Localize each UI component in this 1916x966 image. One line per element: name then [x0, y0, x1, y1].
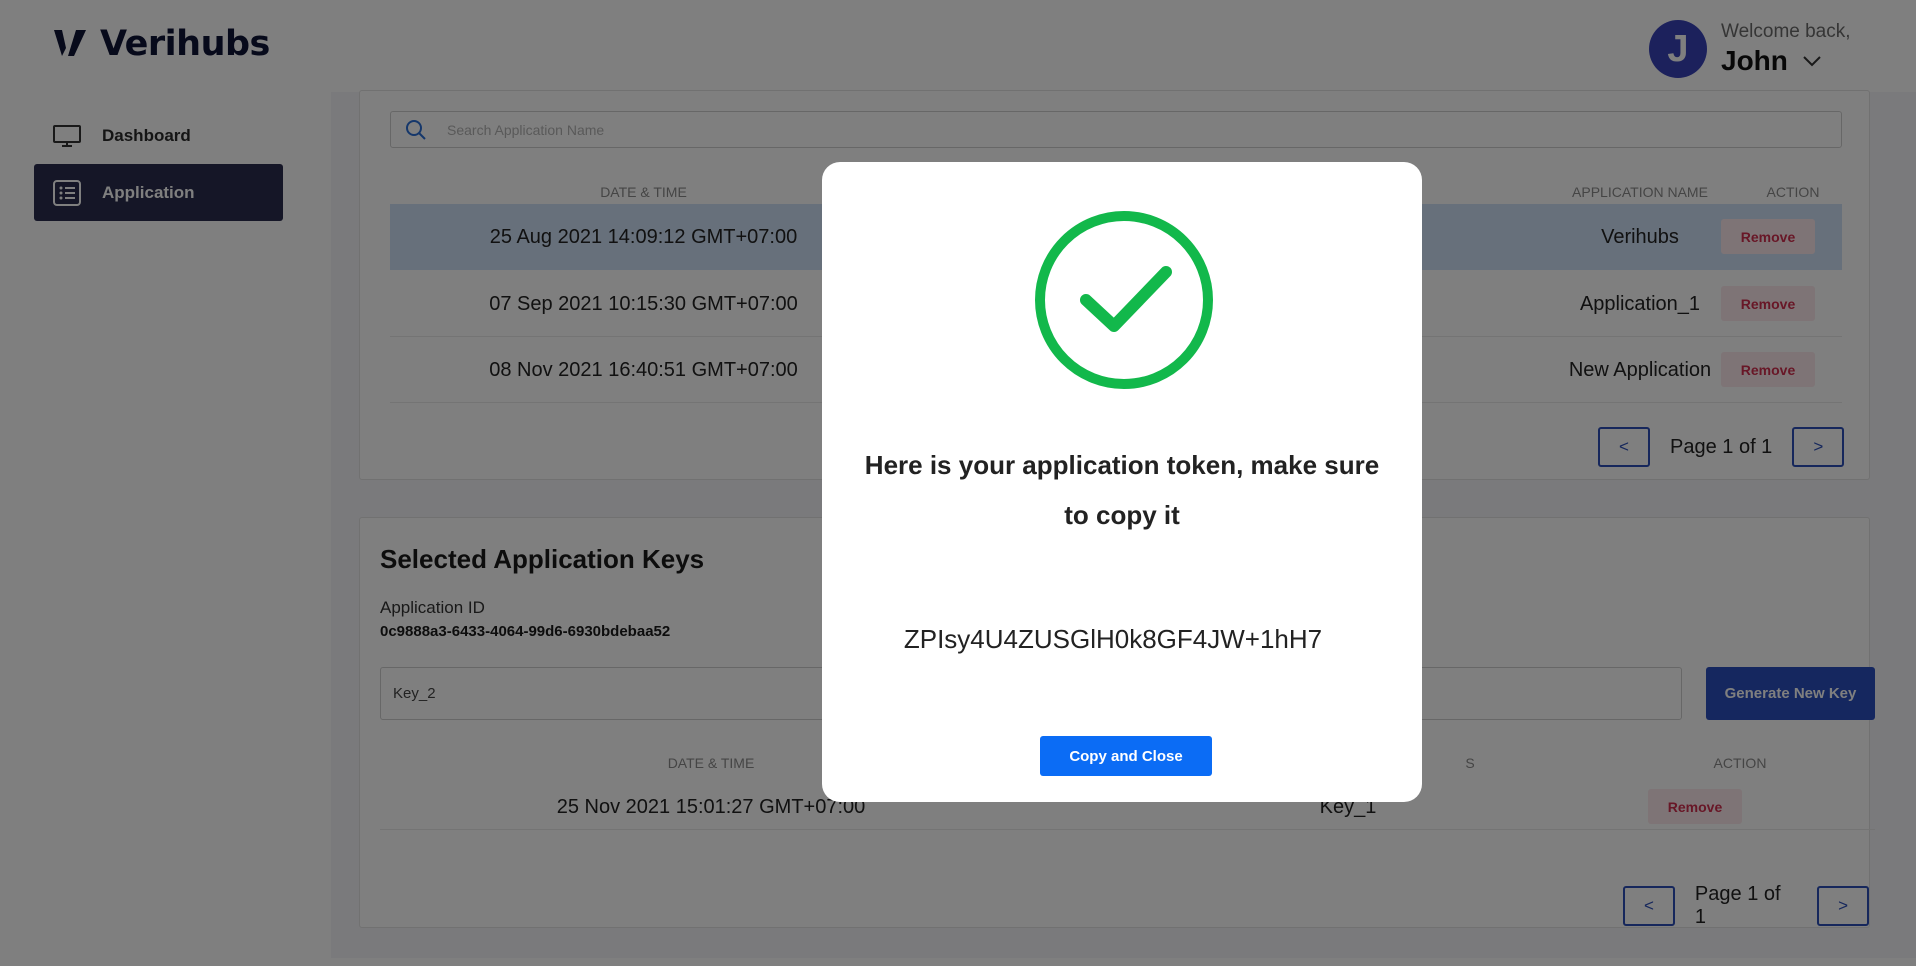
token-modal: Here is your application token, make sur… — [822, 162, 1422, 802]
modal-message: Here is your application token, make sur… — [864, 450, 1380, 530]
token-value[interactable]: ZPIsy4U4ZUSGlH0k8GF4JW+1hH7 — [822, 624, 1404, 655]
copy-and-close-button[interactable]: Copy and Close — [1040, 736, 1212, 776]
check-circle-icon — [1035, 211, 1213, 389]
